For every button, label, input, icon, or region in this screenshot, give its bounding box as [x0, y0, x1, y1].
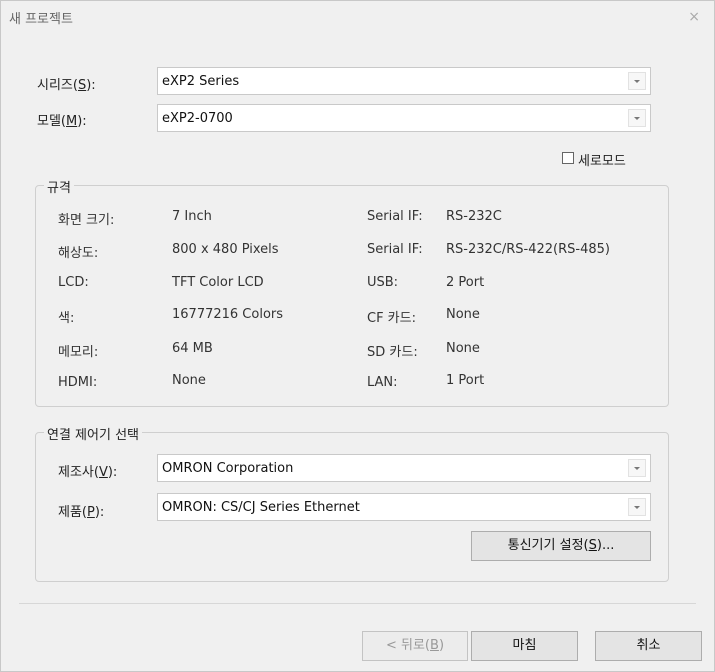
controller-group-title: 연결 제어기 선택: [44, 424, 142, 443]
spec-label: SD 카드:: [367, 345, 418, 360]
spec-label: HDMI:: [58, 375, 98, 390]
spec-value: 64 MB: [172, 341, 213, 356]
spec-value: RS-232C: [446, 209, 502, 224]
close-icon[interactable]: ×: [688, 9, 700, 25]
spec-label: USB:: [367, 275, 399, 290]
chevron-down-icon[interactable]: [628, 109, 646, 127]
spec-label: CF 카드:: [367, 311, 416, 326]
comm-button-end: )...: [596, 538, 615, 553]
portrait-mode-label[interactable]: 세로모드: [578, 150, 626, 169]
new-project-dialog: 새 프로젝트 × 시리즈(S): eXP2 Series 모델(M): eXP2…: [0, 0, 715, 672]
model-label: 모델(M):: [37, 110, 87, 129]
spec-label: Serial IF:: [367, 209, 423, 224]
product-label-text: 제품(: [58, 505, 87, 520]
spec-value: 800 x 480 Pixels: [172, 242, 279, 257]
model-dropdown[interactable]: eXP2-0700: [157, 104, 651, 132]
spec-value: 2 Port: [446, 275, 485, 290]
spec-label: Serial IF:: [367, 242, 423, 257]
spec-value: TFT Color LCD: [172, 275, 264, 290]
back-button-key: B: [430, 638, 439, 653]
product-value: OMRON: CS/CJ Series Ethernet: [162, 500, 360, 515]
spec-value: RS-232C/RS-422(RS-485): [446, 242, 610, 257]
comm-button-key: S: [588, 538, 597, 553]
product-dropdown[interactable]: OMRON: CS/CJ Series Ethernet: [157, 493, 651, 521]
footer-divider: [19, 603, 696, 604]
series-label-text: 시리즈(: [37, 78, 78, 93]
finish-button[interactable]: 마침: [471, 631, 578, 661]
back-button-end: ): [438, 638, 445, 653]
maker-label-key: V: [98, 465, 108, 480]
spec-label: 해상도:: [58, 246, 99, 261]
spec-value: None: [172, 373, 206, 388]
portrait-mode-checkbox[interactable]: [562, 152, 574, 164]
spec-value: 16777216 Colors: [172, 307, 284, 322]
model-label-end: ):: [77, 114, 87, 129]
series-label-key: S: [77, 78, 87, 93]
maker-label: 제조사(V):: [58, 461, 117, 480]
maker-value: OMRON Corporation: [162, 461, 294, 476]
maker-label-end: ):: [107, 465, 118, 480]
spec-value: 7 Inch: [172, 209, 212, 224]
chevron-down-icon[interactable]: [628, 459, 646, 477]
spec-label: 메모리:: [58, 345, 99, 360]
series-label-end: ):: [86, 78, 96, 93]
spec-label: LAN:: [367, 375, 398, 390]
spec-value: None: [446, 341, 480, 356]
spec-value: 1 Port: [446, 373, 485, 388]
comm-button-text: 통신기기 설정(: [507, 538, 589, 553]
back-button-text: < 뒤로(: [385, 638, 431, 653]
spec-group-title: 규격: [44, 177, 74, 196]
spec-group: [35, 185, 669, 407]
product-label-end: ):: [94, 505, 105, 520]
spec-value: None: [446, 307, 480, 322]
product-label-key: P: [87, 505, 95, 520]
spec-label: 색:: [58, 311, 75, 326]
comm-device-settings-button[interactable]: 통신기기 설정(S)...: [471, 531, 651, 561]
spec-label: LCD:: [58, 275, 89, 290]
series-label: 시리즈(S):: [37, 74, 96, 93]
product-label: 제품(P):: [58, 501, 104, 520]
title-bar: 새 프로젝트 ×: [1, 1, 714, 33]
maker-label-text: 제조사(: [58, 465, 99, 480]
chevron-down-icon[interactable]: [628, 498, 646, 516]
cancel-button[interactable]: 취소: [595, 631, 702, 661]
series-value: eXP2 Series: [162, 74, 240, 89]
back-button[interactable]: < 뒤로(B): [362, 631, 468, 661]
window-title: 새 프로젝트: [9, 12, 73, 27]
maker-dropdown[interactable]: OMRON Corporation: [157, 454, 651, 482]
chevron-down-icon[interactable]: [628, 72, 646, 90]
spec-label: 화면 크기:: [58, 213, 115, 228]
model-label-text: 모델(: [37, 114, 66, 129]
series-dropdown[interactable]: eXP2 Series: [157, 67, 651, 95]
model-value: eXP2-0700: [162, 111, 233, 126]
model-label-key: M: [66, 114, 78, 129]
